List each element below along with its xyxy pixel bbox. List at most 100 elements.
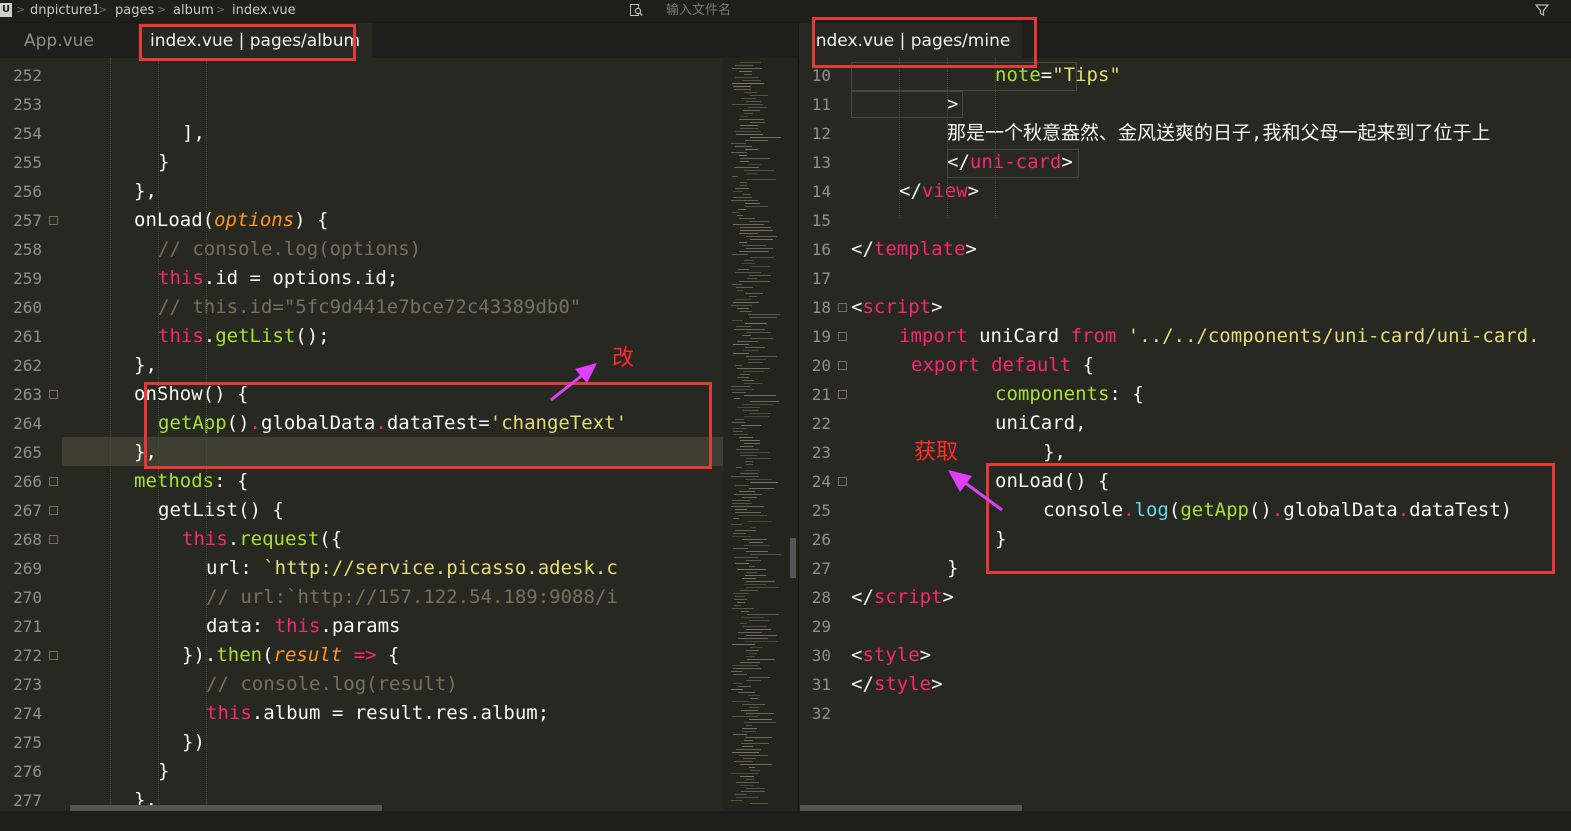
- line-number: 277: [13, 791, 42, 810]
- minimap-line: [747, 278, 757, 279]
- breadcrumb-item-project[interactable]: dnpicture1: [30, 3, 100, 18]
- minimap-line: [734, 605, 741, 606]
- code-line[interactable]: </uni-card>: [947, 148, 1073, 177]
- fold-toggle-icon[interactable]: [838, 390, 847, 399]
- fold-toggle-icon[interactable]: [49, 477, 58, 486]
- fold-toggle-icon[interactable]: [49, 506, 58, 515]
- minimap-line: [749, 767, 755, 768]
- line-number: 269: [13, 559, 42, 578]
- code-line[interactable]: >: [947, 90, 958, 119]
- minimap-line: [732, 701, 749, 702]
- code-token: script: [862, 296, 932, 318]
- indent-guide: [947, 58, 948, 218]
- minimap-line: [735, 77, 759, 78]
- minimap-line: [740, 473, 758, 474]
- fold-toggle-icon[interactable]: [838, 477, 847, 486]
- highlight-box-onload: [986, 463, 1555, 574]
- fold-toggle-icon[interactable]: [49, 535, 58, 544]
- minimap-line: [740, 185, 747, 186]
- line-number: 256: [13, 182, 42, 201]
- code-line[interactable]: },: [134, 351, 157, 380]
- code-line[interactable]: uniCard,: [995, 409, 1087, 438]
- minimap-line: [731, 200, 758, 201]
- fold-toggle-icon[interactable]: [838, 303, 847, 312]
- code-line[interactable]: // console.log(result): [206, 670, 458, 699]
- code-token: =>: [342, 644, 377, 666]
- filter-icon[interactable]: [1534, 2, 1550, 18]
- code-token: <: [851, 644, 863, 666]
- code-line[interactable]: }: [947, 554, 958, 583]
- minimap-line: [732, 428, 747, 429]
- minimap-line: [744, 113, 753, 114]
- minimap-line: [740, 446, 753, 447]
- minimap-line: [742, 380, 754, 381]
- code-line[interactable]: <style>: [851, 641, 931, 670]
- code-line[interactable]: onLoad(options) {: [134, 206, 328, 235]
- code-line[interactable]: </script>: [851, 583, 954, 612]
- code-line[interactable]: </style>: [851, 670, 943, 699]
- code-token: then: [216, 644, 263, 666]
- code-line[interactable]: // console.log(options): [158, 235, 421, 264]
- tab-app-vue[interactable]: App.vue: [12, 23, 106, 58]
- minimap-line: [732, 500, 750, 501]
- code-line[interactable]: methods: {: [134, 467, 248, 496]
- code-line[interactable]: url: `http://service.picasso.adesk.c: [206, 554, 618, 583]
- fold-toggle-icon[interactable]: [838, 332, 847, 341]
- code-line[interactable]: export default {: [911, 351, 1094, 380]
- code-line[interactable]: ],: [182, 119, 205, 148]
- code-line[interactable]: components: {: [995, 380, 1144, 409]
- code-token: ],: [182, 122, 205, 144]
- minimap-line: [732, 422, 745, 423]
- fold-toggle-icon[interactable]: [838, 361, 847, 370]
- code-line[interactable]: }: [158, 148, 169, 177]
- code-line[interactable]: 那是一个秋意盎然、金风送爽的日子,我和父母一起来到了位于上: [947, 119, 1490, 148]
- minimap-line: [746, 650, 759, 651]
- breadcrumb-item-pages[interactable]: pages: [115, 3, 154, 18]
- code-line[interactable]: },: [134, 177, 157, 206]
- minimap-line: [748, 695, 760, 696]
- minimap-line: [740, 161, 749, 162]
- code-line[interactable]: this.album = result.res.album;: [206, 699, 549, 728]
- fold-toggle-icon[interactable]: [49, 651, 58, 660]
- line-number: 263: [13, 385, 42, 404]
- fold-toggle-icon[interactable]: [49, 390, 58, 399]
- minimap[interactable]: [723, 58, 798, 810]
- code-line[interactable]: }): [182, 728, 205, 757]
- code-line[interactable]: this.id = options.id;: [158, 264, 398, 293]
- vertical-scrollbar[interactable]: [790, 538, 796, 578]
- code-line[interactable]: // this.id="5fc9d441e7bce72c43389db0": [158, 293, 581, 322]
- minimap-line: [750, 239, 773, 240]
- code-line[interactable]: </template>: [851, 235, 977, 264]
- line-number: 253: [13, 95, 42, 114]
- line-number: 24: [811, 472, 831, 491]
- file-search-icon[interactable]: [629, 3, 643, 17]
- code-token: '../../components/uni-card/uni-card.: [1116, 325, 1540, 347]
- minimap-line: [736, 782, 759, 783]
- code-line[interactable]: <script>: [851, 293, 943, 322]
- breadcrumb-item-file[interactable]: index.vue: [232, 3, 296, 18]
- code-line[interactable]: this.getList();: [158, 322, 330, 351]
- code-line[interactable]: getList() {: [158, 496, 284, 525]
- minimap-line: [745, 470, 759, 471]
- line-number: 29: [811, 617, 831, 636]
- minimap-line: [733, 86, 751, 87]
- code-line[interactable]: // url:`http://157.122.54.189:9088/i: [206, 583, 618, 612]
- minimap-line: [746, 101, 761, 102]
- code-line[interactable]: data: this.params: [206, 612, 400, 641]
- minimap-line: [737, 368, 770, 369]
- minimap-line: [732, 608, 754, 609]
- minimap-line: [737, 215, 743, 216]
- minimap-line: [734, 761, 753, 762]
- breadcrumb-item-album[interactable]: album: [173, 3, 214, 18]
- code-token: uniCard: [967, 325, 1071, 347]
- minimap-line: [735, 146, 752, 147]
- code-line[interactable]: import uniCard from '../../components/un…: [899, 322, 1540, 351]
- minimap-line: [744, 383, 763, 384]
- code-line[interactable]: }).then(result => {: [182, 641, 399, 670]
- fold-toggle-icon[interactable]: [49, 216, 58, 225]
- code-line[interactable]: </view>: [899, 177, 979, 206]
- minimap-line: [740, 590, 758, 591]
- minimap-line: [744, 545, 769, 546]
- code-line[interactable]: }: [158, 757, 169, 786]
- minimap-line: [735, 563, 749, 564]
